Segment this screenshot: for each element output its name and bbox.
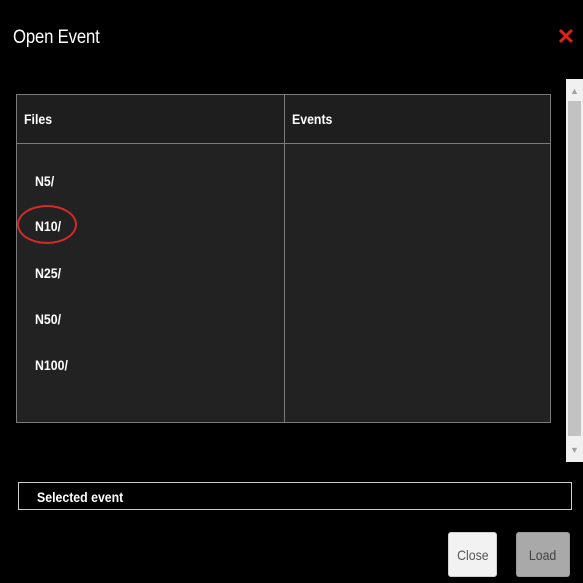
files-events-table: Files Events N5/ N10/ N25/ N50/ N100/	[16, 94, 551, 423]
scroll-up-icon[interactable]: ▲	[566, 82, 583, 100]
vertical-scrollbar[interactable]: ▲ ▼	[566, 79, 583, 462]
dialog-title: Open Event	[13, 27, 100, 48]
highlight-circle-annotation	[17, 205, 77, 244]
file-item-n25[interactable]: N25/	[35, 265, 61, 281]
column-header-events[interactable]: Events	[292, 111, 332, 127]
scroll-thumb[interactable]	[568, 101, 581, 436]
file-item-n50[interactable]: N50/	[35, 311, 61, 327]
column-divider	[284, 95, 285, 422]
close-button[interactable]: Close	[448, 532, 497, 577]
load-button-label: Load	[529, 547, 557, 563]
close-x-icon[interactable]: ✕	[556, 26, 576, 48]
selected-event-label: Selected event	[37, 489, 124, 505]
column-header-files[interactable]: Files	[24, 111, 52, 127]
selected-event-field: Selected event	[18, 482, 572, 510]
open-event-dialog: Open Event ✕ ▲ ▼ Files Events N5/ N10/ N…	[0, 0, 583, 583]
close-button-label: Close	[456, 547, 489, 563]
scroll-down-icon[interactable]: ▼	[566, 441, 583, 459]
load-button[interactable]: Load	[516, 532, 570, 577]
file-item-n100[interactable]: N100/	[35, 357, 68, 373]
file-item-n5[interactable]: N5/	[35, 173, 54, 189]
